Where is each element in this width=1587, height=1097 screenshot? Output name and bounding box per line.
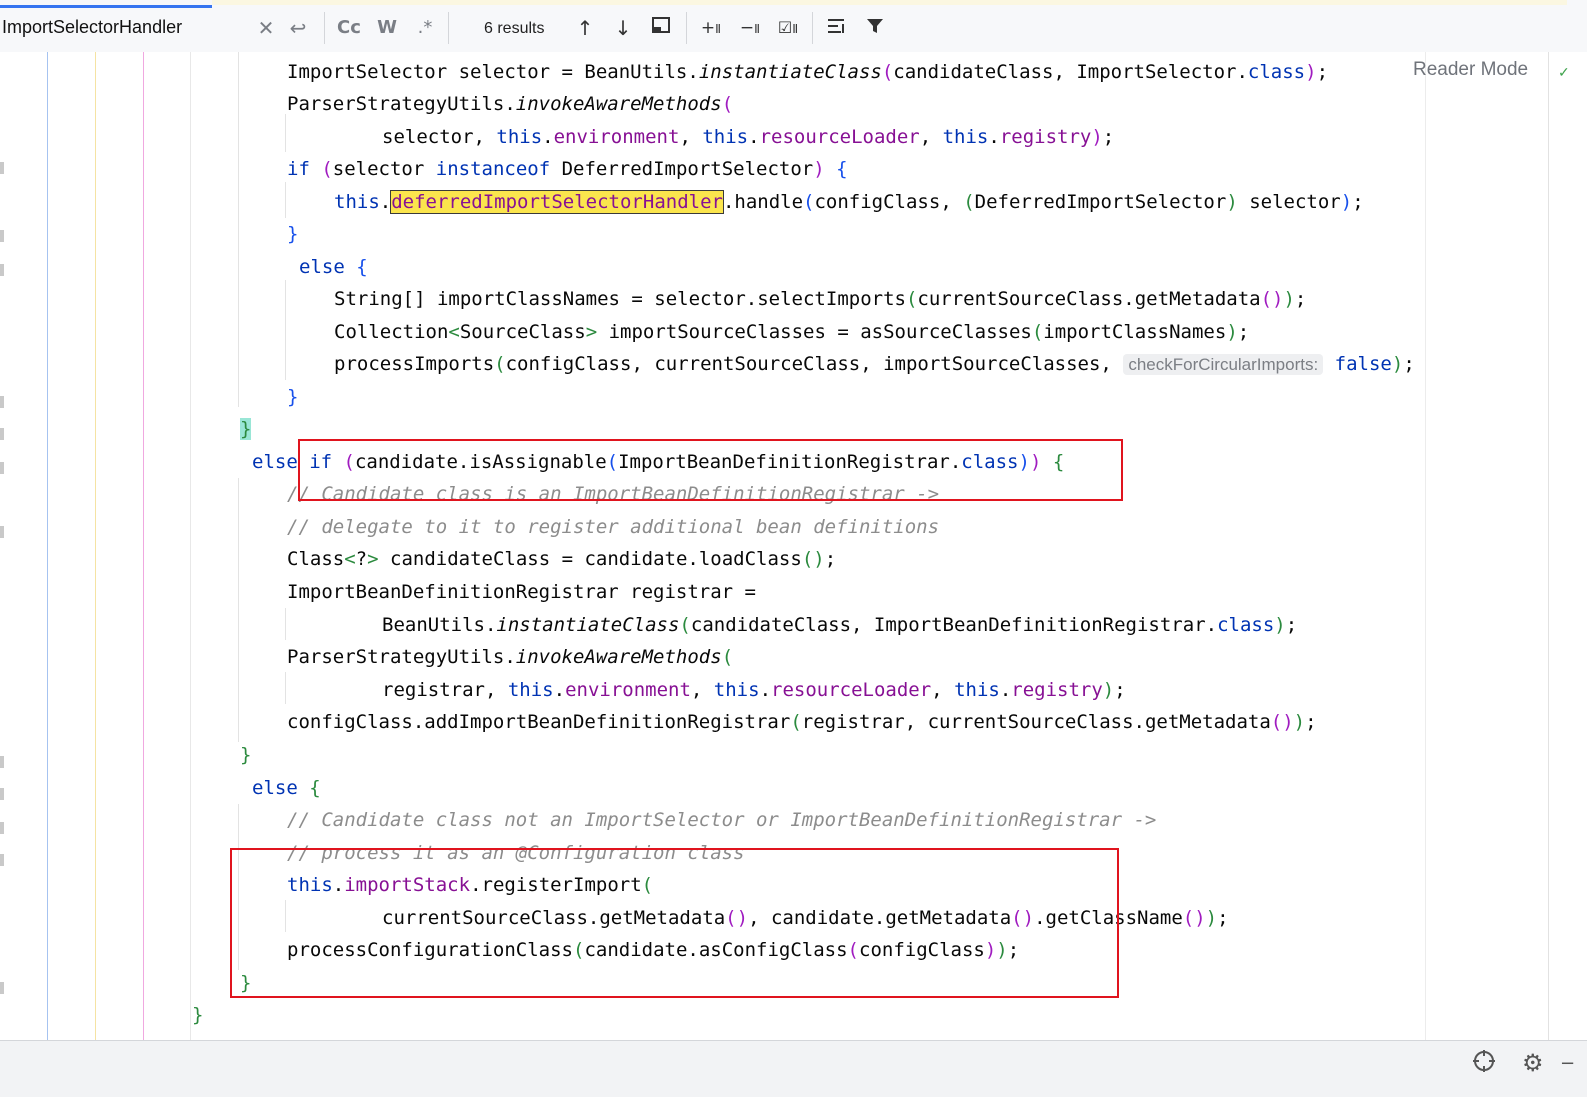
code-line: String[] importClassNames = selector.sel… <box>334 288 1307 310</box>
filter-icon[interactable] <box>824 14 848 42</box>
code-line: if (selector instanceof DeferredImportSe… <box>287 158 848 180</box>
toolbar-separator <box>686 12 687 44</box>
reader-mode-button[interactable]: Reader Mode <box>1413 59 1528 81</box>
gutter-marker <box>0 526 4 538</box>
indent-guide <box>238 52 239 407</box>
code-comment: // Candidate class not an ImportSelector… <box>287 809 1157 831</box>
inspection-widget-icon[interactable]: ✓ <box>1558 64 1570 80</box>
editor-scroll-edge <box>1548 52 1549 1040</box>
code-line: } <box>287 386 299 408</box>
indent-rainbow-line <box>143 52 144 1040</box>
select-all-occurrences-icon[interactable]: ☑Ⅱ <box>775 14 801 42</box>
open-in-window-icon[interactable] <box>649 14 673 42</box>
code-line: Class<?> candidateClass = candidate.load… <box>287 548 837 570</box>
next-occurrence-icon[interactable]: ↓ <box>612 14 634 42</box>
toolbar-separator <box>448 12 449 44</box>
previous-occurrence-icon[interactable]: ↑ <box>574 14 596 42</box>
indent-guide <box>285 114 286 152</box>
code-line: ImportBeanDefinitionRegistrar registrar … <box>287 581 756 603</box>
remove-selection-icon[interactable]: −Ⅱ <box>737 14 763 42</box>
search-match-highlight: deferredImportSelectorHandler <box>390 190 724 214</box>
code-line: Collection<SourceClass> importSourceClas… <box>334 321 1250 343</box>
matched-brace: } <box>240 418 252 440</box>
indent-rainbow-line <box>47 52 48 1040</box>
toolbar-separator <box>324 12 325 44</box>
regex-icon[interactable]: .* <box>414 14 436 42</box>
code-line: BeanUtils.instantiateClass(candidateClas… <box>382 614 1298 636</box>
annotation-box <box>298 439 1123 501</box>
code-line: ParserStrategyUtils.invokeAwareMethods( <box>287 93 734 115</box>
code-line: this.deferredImportSelectorHandler.handl… <box>334 190 1364 214</box>
indent-guide <box>285 608 286 640</box>
indent-guide <box>285 280 286 380</box>
indent-guide <box>238 478 239 742</box>
code-line: configClass.addImportBeanDefinitionRegis… <box>287 711 1317 733</box>
code-line: } <box>287 223 299 245</box>
gutter-marker <box>0 982 4 994</box>
code-line: else { <box>252 777 321 799</box>
code-line: registrar, this.environment, this.resour… <box>382 679 1126 701</box>
whole-words-icon[interactable]: W <box>376 14 398 42</box>
code-comment: // delegate to it to register additional… <box>287 516 940 538</box>
minimize-icon[interactable]: − <box>1560 1053 1575 1074</box>
replace-toggle-icon[interactable]: ↩ <box>286 14 310 42</box>
right-margin-line <box>1425 52 1426 1040</box>
find-bar-top-strip <box>212 0 1567 5</box>
bottom-toolbar: ⚙ − <box>0 1040 1587 1097</box>
gutter-marker <box>0 854 4 866</box>
settings-icon[interactable]: ⚙ <box>1522 1049 1544 1077</box>
gutter-marker <box>0 788 4 800</box>
code-line: ParserStrategyUtils.invokeAwareMethods( <box>287 646 734 668</box>
code-line: } <box>240 417 252 441</box>
gutter-marker <box>0 756 4 768</box>
code-line: else { <box>299 256 368 278</box>
gutter-marker <box>0 462 4 474</box>
code-line: processImports(configClass, currentSourc… <box>334 353 1415 375</box>
code-line: ImportSelector selector = BeanUtils.inst… <box>287 61 1329 83</box>
indent-rainbow-line <box>95 52 96 1040</box>
gutter-marker <box>0 162 4 174</box>
results-count: 6 results <box>484 20 545 37</box>
indent-guide <box>190 52 191 1040</box>
target-icon[interactable] <box>1472 1049 1496 1079</box>
code-line: } <box>240 744 252 766</box>
gutter-marker <box>0 396 4 408</box>
gutter-marker <box>0 428 4 440</box>
toolbar-separator <box>812 12 813 44</box>
search-input[interactable] <box>2 14 242 40</box>
add-selection-icon[interactable]: +Ⅱ <box>698 14 724 42</box>
find-bar: ✕ ↩ Cc W .* 6 results ↑ ↓ +Ⅱ −Ⅱ ☑Ⅱ <box>0 0 1587 53</box>
gutter-marker <box>0 822 4 834</box>
close-icon[interactable]: ✕ <box>256 14 276 42</box>
code-editor[interactable]: Reader Mode ✓ ImportSelector selector = … <box>0 52 1587 1040</box>
gutter-marker <box>0 230 4 242</box>
search-input-focus-underline <box>0 5 212 8</box>
parameter-name-hint: checkForCircularImports: <box>1123 354 1324 375</box>
annotation-box <box>230 848 1119 998</box>
code-line: selector, this.environment, this.resourc… <box>382 126 1115 148</box>
gutter-marker <box>0 264 4 276</box>
match-case-icon[interactable]: Cc <box>336 14 362 42</box>
indent-guide <box>285 182 286 218</box>
code-line: } <box>192 1004 204 1026</box>
indent-guide <box>285 672 286 704</box>
funnel-icon[interactable] <box>864 14 886 42</box>
